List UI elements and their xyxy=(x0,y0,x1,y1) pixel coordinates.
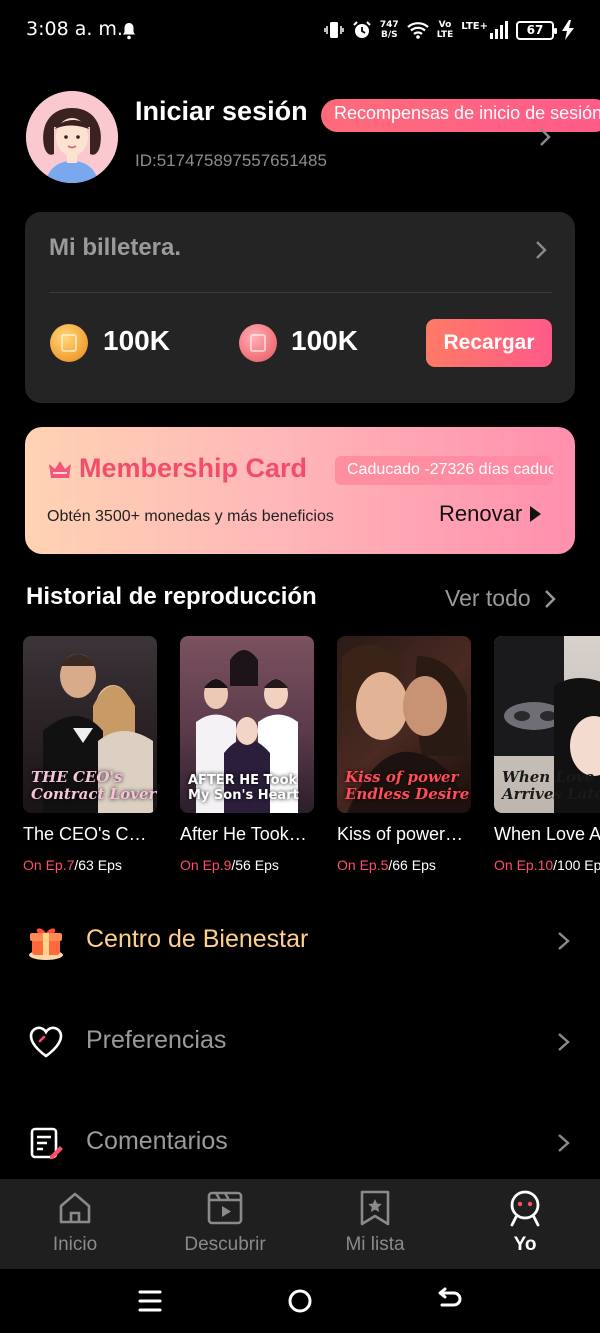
menu-item-label: Centro de Bienestar xyxy=(86,925,309,953)
volte-indicator: Vo LTE xyxy=(436,20,454,40)
episode-progress: On Ep.7/63 Eps xyxy=(23,857,122,873)
alarm-icon xyxy=(353,21,371,38)
chevron-right-icon xyxy=(558,1033,570,1051)
menu-item-label: Preferencias xyxy=(86,1026,227,1054)
tab-me[interactable]: Yo xyxy=(450,1179,600,1269)
chevron-right-icon[interactable] xyxy=(535,126,555,148)
status-bar: 3:08 a. m. 747 B/S Vo LTE LTE+ 67 xyxy=(0,0,600,62)
wallet-card: Mi billetera. 100K 100K Recargar xyxy=(25,212,575,403)
menu-item-feedback[interactable]: Comentarios xyxy=(0,1107,600,1177)
avatar-illustration xyxy=(26,91,118,183)
bookmark-icon xyxy=(360,1190,390,1226)
status-time: 3:08 a. m. xyxy=(26,18,123,40)
episode-progress: On Ep.5/66 Eps xyxy=(337,857,436,873)
home-icon xyxy=(59,1192,91,1224)
recharge-button[interactable]: Recargar xyxy=(426,319,552,367)
wifi-icon xyxy=(406,22,429,39)
login-link[interactable]: Iniciar sesión xyxy=(135,96,308,127)
renew-button[interactable]: Renovar xyxy=(439,501,542,527)
profile-icon xyxy=(510,1190,540,1227)
chevron-right-icon xyxy=(558,932,570,950)
play-arrow-icon xyxy=(530,506,542,522)
discover-icon xyxy=(207,1191,243,1225)
menu-item-label: Comentarios xyxy=(86,1127,228,1155)
poster-image: AFTER HE Took My Son's Heart xyxy=(180,636,314,813)
tab-home[interactable]: Inicio xyxy=(0,1179,150,1269)
menu-item-preferences[interactable]: Preferencias xyxy=(0,1006,600,1076)
poster-caption: THE CEO's Contract Lover xyxy=(31,768,157,803)
membership-title: Membership Card xyxy=(79,453,308,483)
status-indicators: 747 B/S Vo LTE LTE+ 67 xyxy=(324,16,574,44)
gift-icon xyxy=(29,928,63,960)
history-item-title: Kiss of power Endless Desire xyxy=(337,824,467,844)
divider xyxy=(49,292,552,293)
poster-image: THE CEO's Contract Lover xyxy=(23,636,157,813)
poster-caption: When Love Arrives Late xyxy=(502,768,600,803)
bonus-coin-icon xyxy=(239,324,277,362)
network-speed: 747 B/S xyxy=(379,20,399,40)
tab-label: Inicio xyxy=(52,1234,98,1255)
avatar[interactable] xyxy=(26,91,118,183)
back-icon[interactable] xyxy=(436,1287,464,1315)
episode-progress: On Ep.9/56 Eps xyxy=(180,857,279,873)
notification-bell-icon xyxy=(123,23,135,40)
system-navigation-bar xyxy=(0,1269,600,1333)
history-title: Historial de reproducción xyxy=(26,583,317,610)
battery-indicator: 67 xyxy=(516,20,557,40)
history-carousel[interactable]: THE CEO's Contract Lover The CEO's Contr… xyxy=(0,636,600,886)
poster-image: When Love Arrives Late xyxy=(494,636,600,813)
chevron-right-icon xyxy=(558,1134,570,1152)
home-circle-icon[interactable] xyxy=(286,1287,314,1315)
see-all-label: Ver todo xyxy=(445,585,531,611)
poster-caption: AFTER HE Took My Son's Heart xyxy=(188,773,299,803)
crown-icon xyxy=(49,461,71,478)
menu-icon[interactable] xyxy=(136,1287,164,1315)
heart-icon xyxy=(29,1026,63,1058)
menu-item-wellness-center[interactable]: Centro de Bienestar xyxy=(0,905,600,975)
poster-caption: Kiss of power Endless Desire xyxy=(345,768,470,803)
membership-status-badge: Caducado -27326 días caducado xyxy=(335,456,553,485)
history-item[interactable]: When Love Arrives Late When Love Arrives… xyxy=(494,636,600,873)
history-item[interactable]: AFTER HE Took My Son's Heart After He To… xyxy=(180,636,314,873)
membership-card[interactable]: Membership Card Caducado -27326 días cad… xyxy=(25,427,575,554)
episode-progress: On Ep.10/100 Eps xyxy=(494,857,600,873)
feedback-icon xyxy=(30,1127,63,1159)
wallet-title[interactable]: Mi billetera. xyxy=(49,234,181,262)
membership-subtitle: Obtén 3500+ monedas y más beneficios xyxy=(47,508,334,525)
charging-icon xyxy=(562,20,574,40)
bottom-tab-bar: Inicio Descubrir Mi lista Yo xyxy=(0,1179,600,1269)
coin-balance: 100K xyxy=(103,325,170,356)
history-item[interactable]: THE CEO's Contract Lover The CEO's Contr… xyxy=(23,636,157,873)
history-item-title: The CEO's Contract Lover xyxy=(23,824,153,844)
history-item-title: After He Took My Son's Heart xyxy=(180,824,310,844)
tab-label: Yo xyxy=(513,1234,537,1255)
tab-my-list[interactable]: Mi lista xyxy=(300,1179,450,1269)
vibrate-icon xyxy=(324,22,344,38)
cell-signal-icon: LTE+ xyxy=(461,21,508,39)
tab-label: Mi lista xyxy=(345,1234,405,1255)
coin-icon xyxy=(50,324,88,362)
login-rewards-badge[interactable]: Recompensas de inicio de sesión xyxy=(321,99,600,132)
user-id: ID:517475897557651485 xyxy=(135,151,327,170)
tab-discover[interactable]: Descubrir xyxy=(150,1179,300,1269)
tab-label: Descubrir xyxy=(184,1234,266,1255)
bonus-balance: 100K xyxy=(291,325,358,356)
see-all-link[interactable]: Ver todo xyxy=(445,585,557,612)
history-item-title: When Love Arrives Late xyxy=(494,824,600,844)
history-item[interactable]: Kiss of power Endless Desire Kiss of pow… xyxy=(337,636,471,873)
chevron-right-icon xyxy=(544,589,556,608)
poster-image: Kiss of power Endless Desire xyxy=(337,636,471,813)
renew-label: Renovar xyxy=(439,501,523,526)
chevron-right-icon[interactable] xyxy=(531,238,551,262)
